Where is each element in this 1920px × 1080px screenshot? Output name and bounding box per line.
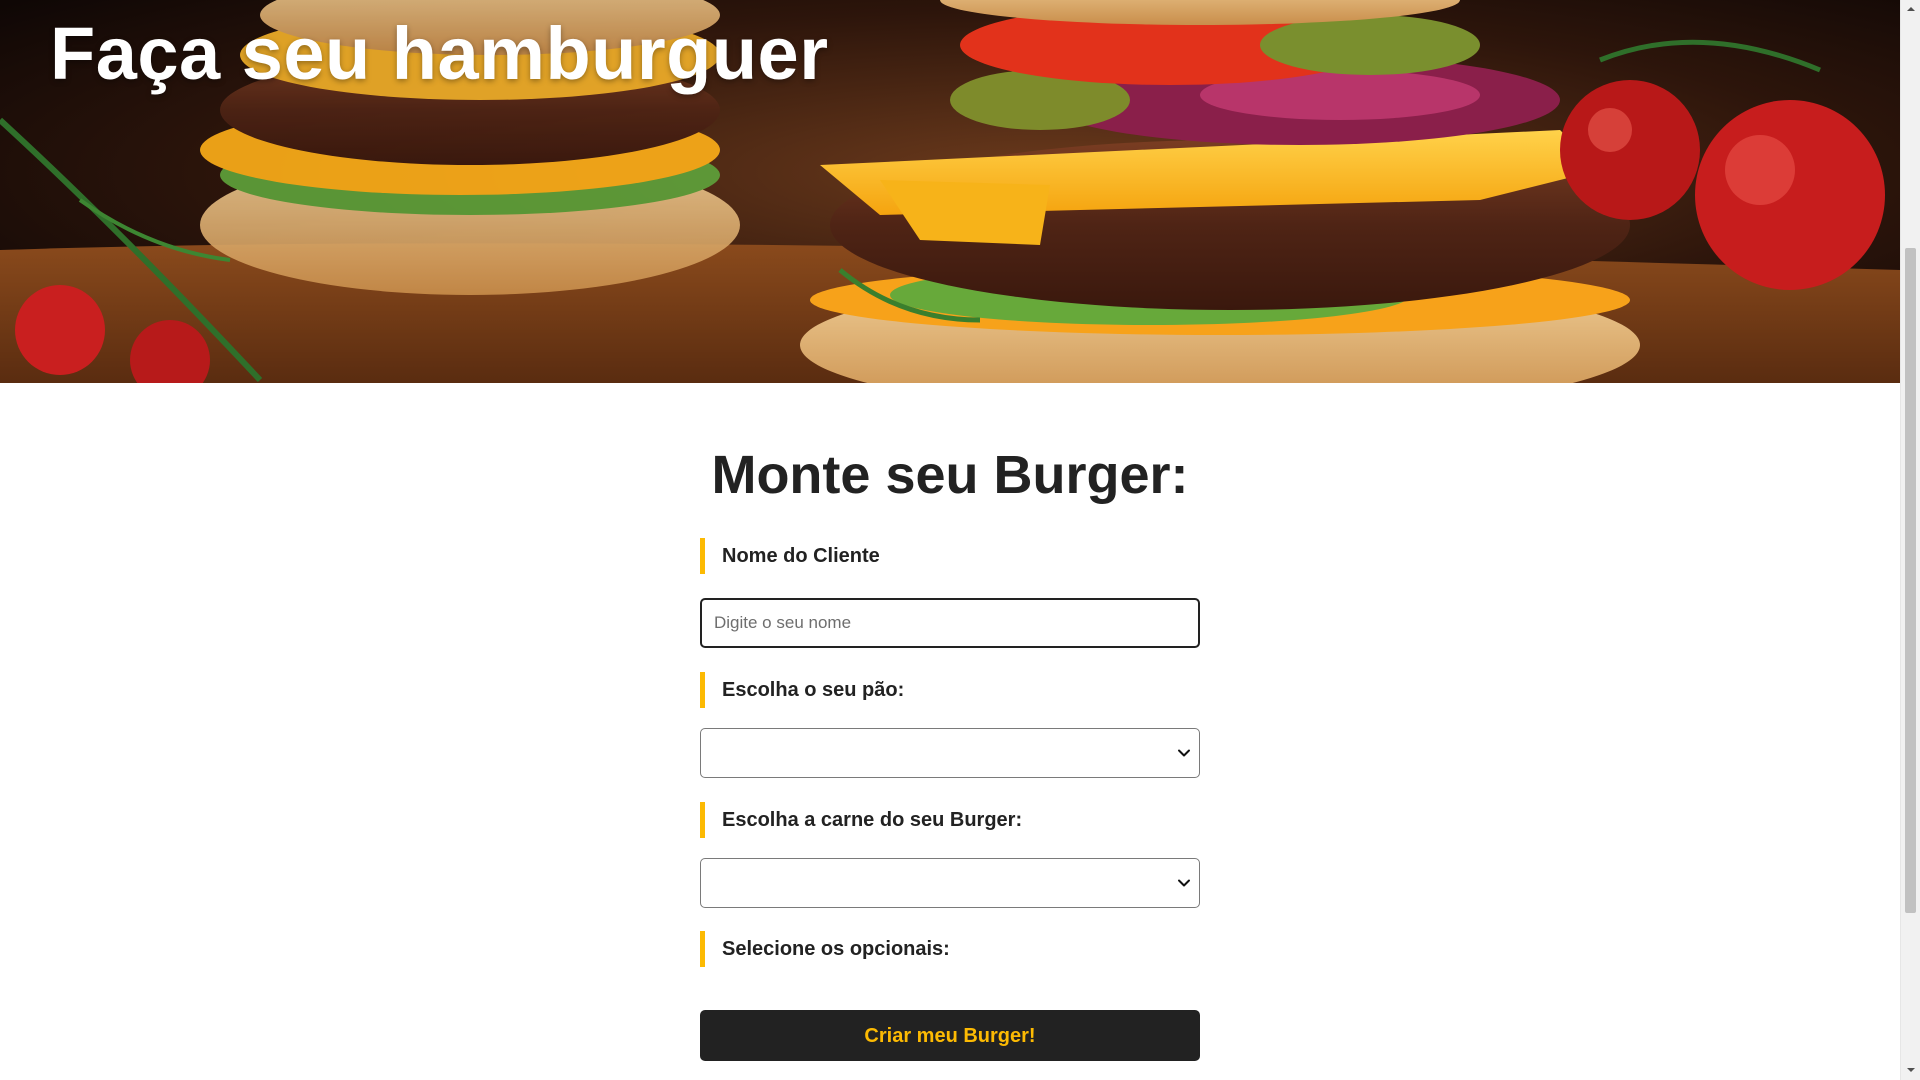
chevron-down-icon (1178, 879, 1190, 887)
meat-label: Escolha a carne do seu Burger: (700, 802, 1022, 838)
create-burger-button[interactable]: Criar meu Burger! (700, 1010, 1200, 1061)
optionals-label: Selecione os opcionais: (700, 931, 950, 967)
hero-title: Faça seu hamburguer (50, 12, 829, 95)
vertical-scrollbar[interactable] (1900, 0, 1920, 1080)
scroll-thumb[interactable] (1905, 248, 1916, 913)
scroll-down-arrow-icon[interactable] (1906, 1065, 1916, 1075)
bread-label: Escolha o seu pão: (700, 672, 904, 708)
meat-select[interactable] (700, 858, 1200, 908)
customer-name-input[interactable] (700, 598, 1200, 648)
scroll-up-arrow-icon[interactable] (1906, 4, 1916, 14)
hero-banner: Faça seu hamburguer (0, 0, 1900, 383)
page: Faça seu hamburguer Monte seu Burger: No… (0, 0, 1900, 1080)
chevron-down-icon (1178, 749, 1190, 757)
bread-select[interactable] (700, 728, 1200, 778)
form-title: Monte seu Burger: (711, 445, 1189, 505)
customer-name-label: Nome do Cliente (700, 538, 880, 574)
